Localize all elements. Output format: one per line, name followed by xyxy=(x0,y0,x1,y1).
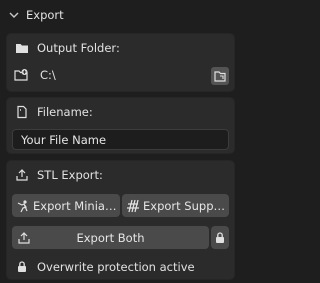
export-panel-header[interactable]: Export xyxy=(8,5,233,25)
panel-title: Export xyxy=(26,8,64,22)
filename-section: Filename: Your File Name xyxy=(6,97,235,154)
stl-export-section: STL Export: Export Miniat... Export Supp… xyxy=(6,160,235,280)
output-folder-section: Output Folder: C:\ xyxy=(6,33,235,92)
file-browser-icon xyxy=(213,69,227,83)
export-icon xyxy=(17,231,31,245)
export-supports-button[interactable]: Export Supports xyxy=(122,194,229,217)
document-icon xyxy=(15,105,29,119)
export-both-button[interactable]: Export Both xyxy=(12,226,209,249)
export-supports-label: Export Supports xyxy=(143,198,229,213)
browse-folder-button[interactable] xyxy=(211,67,229,85)
stl-export-label: STL Export: xyxy=(37,168,103,182)
filename-label: Filename: xyxy=(37,105,93,119)
folder-add-icon[interactable] xyxy=(14,68,28,82)
figure-icon xyxy=(16,199,30,213)
chevron-down-icon xyxy=(8,9,20,21)
export-icon xyxy=(15,168,29,182)
output-folder-label: Output Folder: xyxy=(37,41,120,55)
filename-value: Your File Name xyxy=(21,132,107,147)
export-miniature-button[interactable]: Export Miniat... xyxy=(12,194,120,217)
lock-icon xyxy=(15,260,29,274)
lock-button[interactable] xyxy=(211,226,229,249)
overwrite-protection-text: Overwrite protection active xyxy=(37,260,195,274)
folder-icon xyxy=(15,41,29,55)
export-both-label: Export Both xyxy=(76,230,145,245)
output-folder-path[interactable]: C:\ xyxy=(40,68,56,82)
supports-icon xyxy=(126,199,140,213)
export-miniature-label: Export Miniat... xyxy=(33,198,120,213)
filename-input[interactable]: Your File Name xyxy=(12,129,229,150)
lock-icon xyxy=(213,231,227,245)
